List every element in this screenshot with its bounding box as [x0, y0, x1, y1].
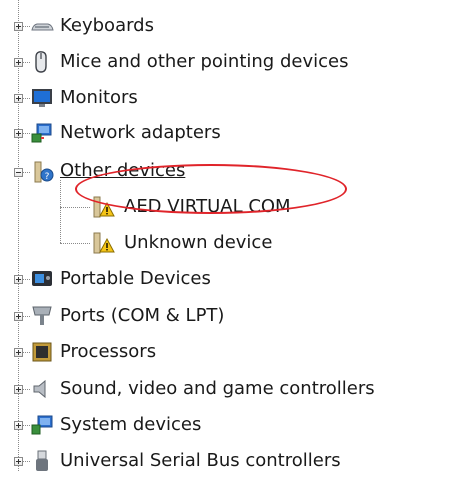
tree-item-label: Unknown device	[124, 232, 273, 253]
network-adapter-icon	[31, 123, 52, 143]
usb-icon	[36, 450, 48, 471]
expand-toggle[interactable]	[14, 22, 23, 31]
tree-item-other-devices[interactable]: ? Other devices	[0, 160, 457, 196]
tree-item-usb-controllers[interactable]: Universal Serial Bus controllers	[0, 449, 457, 485]
expand-toggle[interactable]	[14, 58, 23, 67]
tree-item-label: Monitors	[60, 87, 138, 108]
mouse-icon	[35, 51, 47, 73]
speaker-icon	[33, 379, 46, 399]
expand-toggle[interactable]	[14, 421, 23, 430]
monitor-icon	[32, 89, 52, 107]
tree-item-system-devices[interactable]: System devices	[0, 413, 457, 449]
tree-item-label: AED VIRTUAL COM	[124, 196, 291, 217]
unknown-device-icon: ?	[34, 161, 54, 183]
tree-item-label: Universal Serial Bus controllers	[60, 450, 341, 471]
system-devices-icon	[31, 415, 53, 435]
svg-text:?: ?	[45, 172, 50, 182]
tree-item-mice[interactable]: Mice and other pointing devices	[0, 50, 457, 86]
collapse-toggle[interactable]	[14, 168, 23, 177]
tree-item-unknown-device[interactable]: Unknown device	[0, 231, 457, 267]
device-tree: Keyboards Mice and other pointing device…	[0, 0, 457, 471]
expand-toggle[interactable]	[14, 312, 23, 321]
expand-toggle[interactable]	[14, 94, 23, 103]
tree-item-label: Network adapters	[60, 122, 221, 143]
tree-item-label: Processors	[60, 341, 157, 362]
warning-device-icon	[93, 196, 115, 218]
tree-item-portable-devices[interactable]: Portable Devices	[0, 267, 457, 303]
tree-item-ports[interactable]: Ports (COM & LPT)	[0, 304, 457, 340]
expand-toggle[interactable]	[14, 129, 23, 138]
tree-item-label: Ports (COM & LPT)	[60, 305, 225, 326]
tree-item-keyboards[interactable]: Keyboards	[0, 14, 457, 50]
expand-toggle[interactable]	[14, 385, 23, 394]
expand-toggle[interactable]	[14, 348, 23, 357]
tree-item-label: Keyboards	[60, 15, 154, 36]
tree-item-monitors[interactable]: Monitors	[0, 86, 457, 122]
port-icon	[32, 306, 52, 325]
tree-item-label: Portable Devices	[60, 268, 211, 289]
tree-item-label: Mice and other pointing devices	[60, 51, 349, 72]
expand-toggle[interactable]	[14, 275, 23, 284]
tree-item-sound-video-game[interactable]: Sound, video and game controllers	[0, 377, 457, 413]
expand-toggle[interactable]	[14, 457, 23, 466]
keyboard-icon	[31, 23, 54, 31]
processor-icon	[32, 342, 52, 362]
warning-device-icon	[93, 232, 115, 254]
tree-item-label: System devices	[60, 414, 202, 435]
tree-item-aed-virtual-com[interactable]: AED VIRTUAL COM	[0, 195, 457, 231]
tree-item-label: Other devices	[60, 160, 186, 181]
portable-device-icon	[32, 271, 52, 286]
tree-item-label: Sound, video and game controllers	[60, 378, 375, 399]
tree-item-processors[interactable]: Processors	[0, 340, 457, 376]
tree-item-network-adapters[interactable]: Network adapters	[0, 121, 457, 157]
